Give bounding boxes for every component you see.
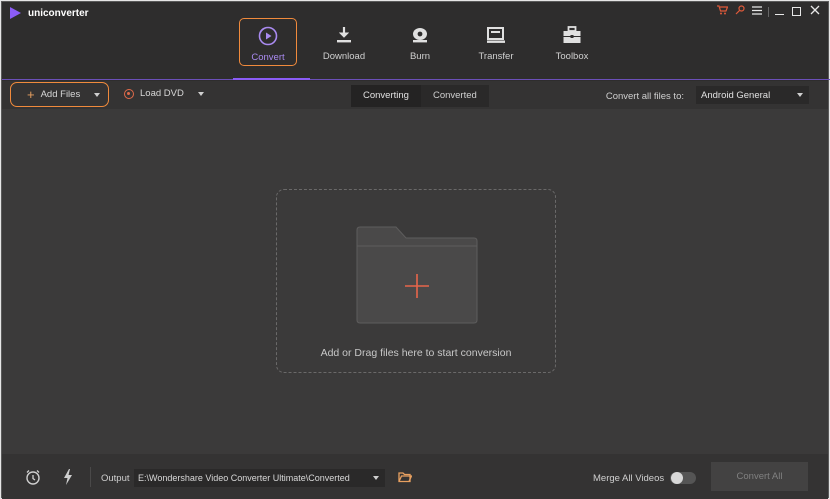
output-label: Output [101, 473, 130, 484]
burn-icon [409, 24, 431, 46]
close-icon [810, 5, 819, 15]
conversion-tabs: Converting Converted [351, 85, 489, 107]
load-dvd-label: Load DVD [140, 88, 184, 99]
top-bar: uniconverter Convert Download Burn Trans… [2, 2, 830, 81]
nav-convert[interactable]: Convert [239, 18, 297, 66]
close-button[interactable] [809, 5, 820, 18]
add-files-button[interactable]: + Add Files [10, 82, 109, 107]
convert-all-button[interactable]: Convert All [711, 462, 808, 491]
window-controls-divider [768, 6, 769, 17]
file-drop-zone[interactable]: Add or Drag files here to start conversi… [276, 189, 556, 373]
open-folder-icon[interactable] [398, 471, 413, 486]
nav-convert-label: Convert [251, 52, 285, 63]
main-content: Add or Drag files here to start conversi… [2, 109, 828, 454]
cart-icon[interactable] [717, 5, 729, 18]
lightning-icon[interactable] [59, 468, 77, 486]
tab-converting[interactable]: Converting [351, 85, 421, 107]
minimize-icon [775, 13, 784, 15]
chevron-down-icon[interactable] [94, 92, 101, 97]
plus-icon: + [27, 86, 35, 102]
output-path-value: E:\Wondershare Video Converter Ultimate\… [138, 473, 350, 483]
main-nav: Convert Download Burn Transfer Toolbox [239, 18, 619, 66]
transfer-icon [485, 24, 507, 46]
chevron-down-icon[interactable] [197, 91, 204, 96]
key-icon[interactable] [734, 5, 745, 18]
nav-download[interactable]: Download [315, 18, 373, 66]
nav-download-label: Download [322, 51, 366, 62]
nav-active-indicator [233, 78, 310, 80]
menu-icon[interactable] [751, 5, 762, 18]
tab-converted[interactable]: Converted [420, 85, 489, 107]
download-icon [333, 24, 355, 46]
app-window: uniconverter Convert Download Burn Trans… [1, 1, 830, 499]
window-controls [717, 5, 820, 18]
output-format-select[interactable]: Android General [696, 86, 809, 104]
nav-transfer-label: Transfer [478, 51, 514, 62]
output-path-select[interactable]: E:\Wondershare Video Converter Ultimate\… [134, 469, 385, 487]
drop-hint-text: Add or Drag files here to start conversi… [320, 347, 512, 359]
merge-all-toggle[interactable] [670, 472, 696, 484]
toolbar: + Add Files Load DVD Converting Converte… [2, 81, 828, 109]
chevron-down-icon [797, 93, 803, 97]
nav-toolbox-label: Toolbox [555, 51, 589, 62]
maximize-icon [792, 7, 801, 16]
folder-add-icon[interactable] [356, 226, 478, 324]
logo-icon [10, 7, 21, 19]
load-dvd-button[interactable]: Load DVD [124, 88, 204, 99]
nav-divider-left [2, 79, 233, 80]
app-title: uniconverter [28, 7, 89, 19]
merge-all-label: Merge All Videos [593, 473, 665, 484]
add-files-label: Add Files [40, 89, 81, 100]
nav-burn[interactable]: Burn [391, 18, 449, 66]
convert-icon [257, 25, 279, 47]
dvd-icon [124, 88, 134, 99]
output-format-value: Android General [701, 89, 771, 101]
nav-burn-label: Burn [409, 51, 431, 62]
toolbox-icon [561, 24, 583, 46]
schedule-clock-icon[interactable] [24, 468, 42, 486]
bottom-divider [90, 467, 91, 487]
bottom-bar: Output E:\Wondershare Video Converter Ul… [2, 454, 828, 499]
nav-divider-right [310, 79, 830, 80]
chevron-down-icon [373, 476, 379, 480]
nav-toolbox[interactable]: Toolbox [543, 18, 601, 66]
minimize-button[interactable] [775, 9, 786, 15]
toggle-knob [671, 472, 683, 484]
convert-all-label: Convert all files to: [605, 91, 684, 102]
maximize-button[interactable] [792, 7, 803, 16]
nav-transfer[interactable]: Transfer [467, 18, 525, 66]
app-logo: uniconverter [10, 7, 89, 19]
